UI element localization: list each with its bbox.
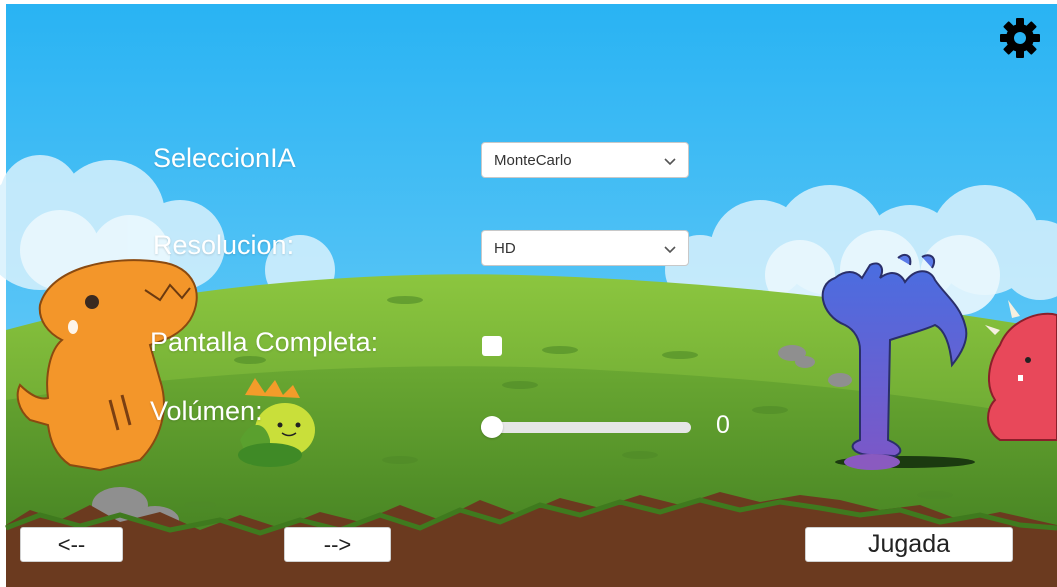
background-scene [0, 0, 1057, 587]
settings-button[interactable] [999, 17, 1041, 59]
volume-value: 0 [716, 411, 730, 439]
ia-dropdown-value: MonteCarlo [494, 152, 572, 169]
ia-label: SeleccionIA [153, 143, 296, 173]
fullscreen-checkbox[interactable] [482, 336, 502, 356]
volume-slider-track [481, 422, 691, 433]
previous-button[interactable]: <-- [20, 527, 123, 562]
next-button[interactable]: --> [284, 527, 391, 562]
gear-icon [1000, 18, 1040, 58]
play-button[interactable]: Jugada [805, 527, 1013, 562]
fullscreen-label: Pantalla Completa: [150, 327, 379, 357]
chevron-down-icon [664, 246, 676, 254]
volume-label: Volúmen: [150, 396, 263, 426]
volume-slider-handle[interactable] [481, 416, 503, 438]
chevron-down-icon [664, 158, 676, 166]
resolution-label: Resolucion: [153, 230, 295, 260]
resolution-dropdown-value: HD [494, 240, 516, 257]
volume-slider[interactable] [481, 415, 691, 439]
resolution-dropdown[interactable]: HD [481, 230, 689, 266]
ia-dropdown[interactable]: MonteCarlo [481, 142, 689, 178]
game-scene: SeleccionIA MonteCarlo Resolucion: HD Pa… [0, 0, 1057, 587]
